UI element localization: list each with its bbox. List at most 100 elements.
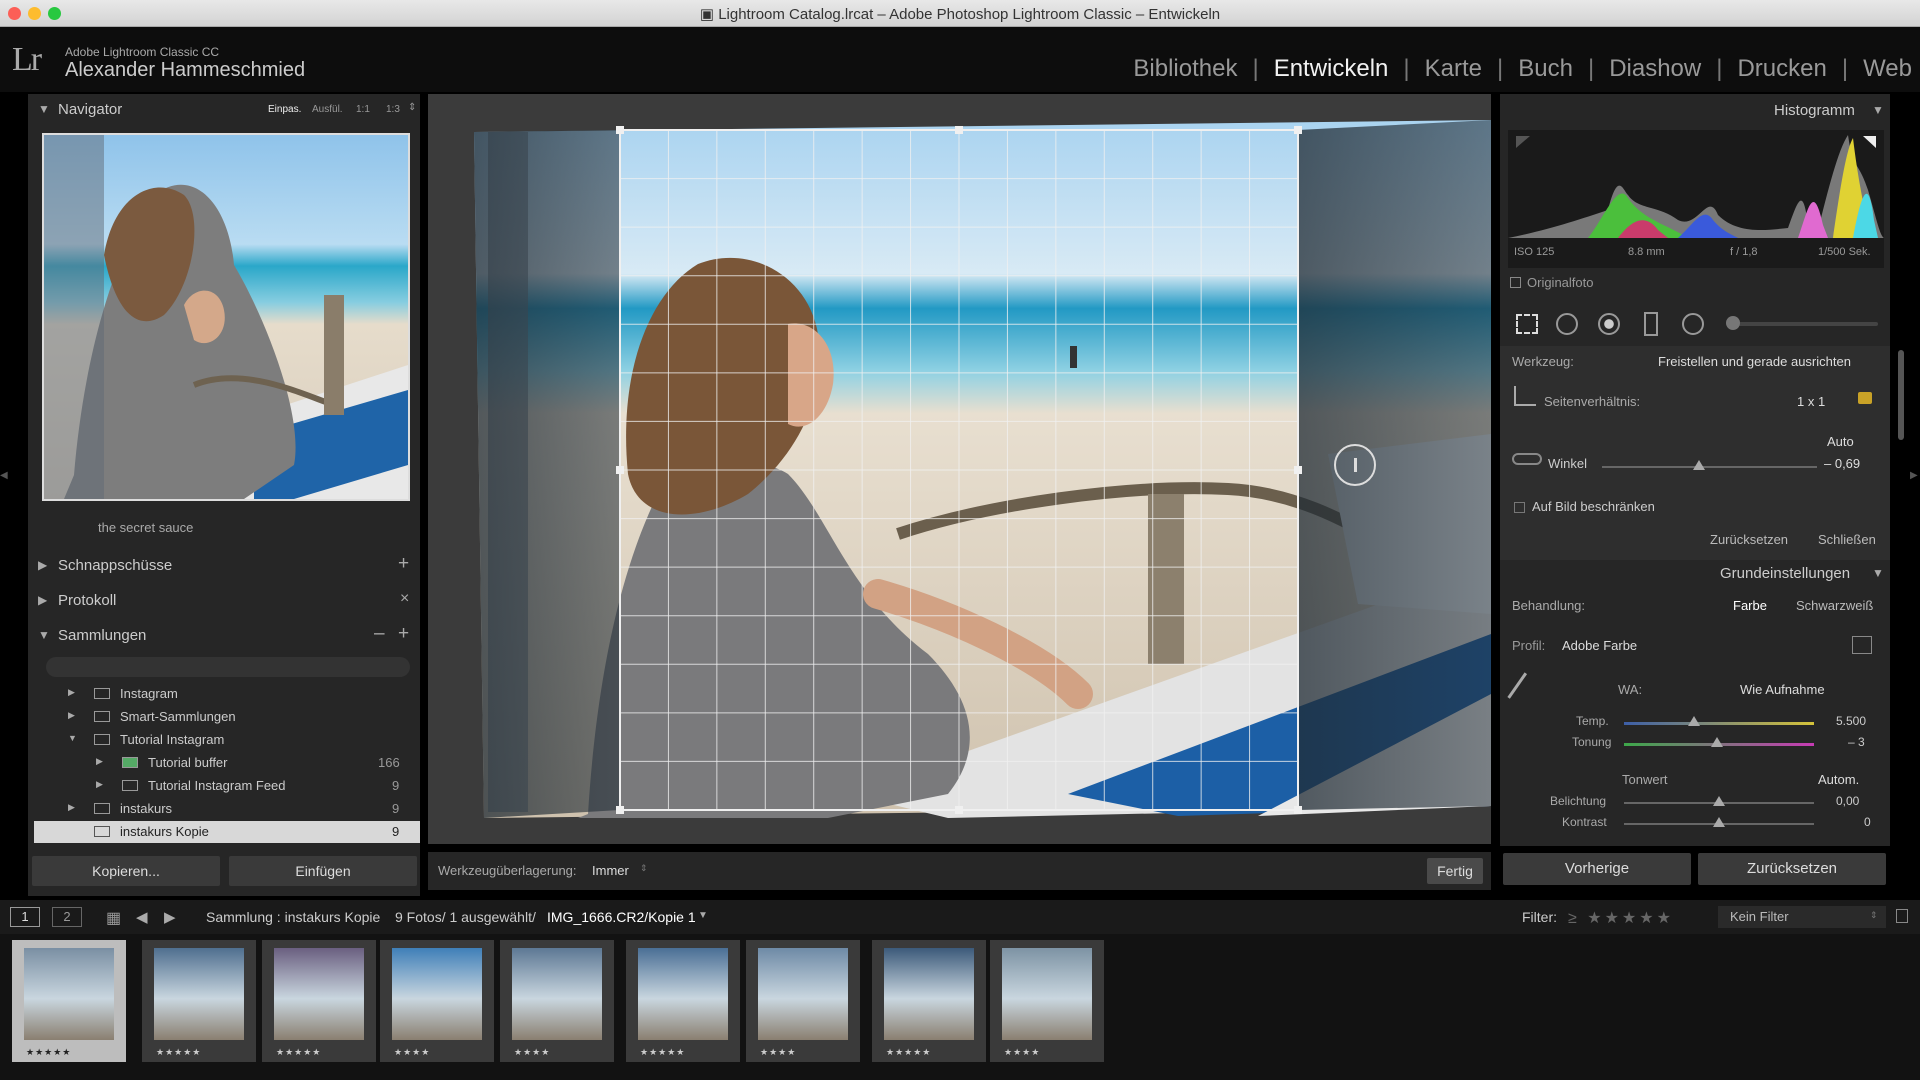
list-item[interactable]: ▼ Tutorial Instagram: [34, 729, 420, 751]
filmstrip-thumbnail[interactable]: ★★★★: [500, 940, 614, 1062]
add-snapshot-icon[interactable]: +: [398, 553, 409, 575]
contrast-value[interactable]: 0: [1864, 815, 1871, 829]
exposure-value[interactable]: 0,00: [1836, 794, 1859, 808]
crop-handle[interactable]: [616, 806, 624, 814]
navigator-header[interactable]: ▼ Navigator Einpas. Ausfül. 1:1 1:3 ⇕: [34, 97, 419, 123]
list-item-selected[interactable]: instakurs Kopie 9: [34, 821, 420, 843]
histogram-header[interactable]: Histogramm ▼: [1500, 97, 1890, 123]
filmstrip-thumbnail[interactable]: ★★★★: [746, 940, 860, 1062]
previous-settings-button[interactable]: Vorherige: [1503, 853, 1691, 885]
wb-select[interactable]: Wie Aufnahme: [1740, 682, 1825, 697]
collection-search-input[interactable]: [46, 657, 410, 677]
filmstrip-thumbnail[interactable]: ★★★★: [990, 940, 1104, 1062]
filmstrip-thumbnail[interactable]: ★★★★: [380, 940, 494, 1062]
paste-settings-button[interactable]: Einfügen: [229, 856, 417, 886]
clear-history-icon[interactable]: ×: [400, 590, 409, 608]
module-drucken[interactable]: Drucken: [1735, 55, 1828, 83]
zoom-fill[interactable]: Ausfül.: [312, 104, 343, 115]
primary-display-button[interactable]: 1: [10, 907, 40, 927]
checkbox-icon[interactable]: [1514, 502, 1525, 513]
crop-handle[interactable]: [1294, 126, 1302, 134]
list-item[interactable]: ▶ Tutorial buffer 166: [34, 752, 420, 774]
temp-slider[interactable]: [1624, 722, 1814, 725]
secondary-display-button[interactable]: 2: [52, 907, 82, 927]
zoom-1-1[interactable]: 1:1: [356, 104, 370, 115]
eyedropper-icon[interactable]: [1507, 672, 1543, 710]
done-button[interactable]: Fertig: [1427, 858, 1483, 884]
filter-lock-icon[interactable]: [1896, 909, 1908, 923]
original-photo-toggle[interactable]: Originalfoto: [1510, 275, 1710, 291]
temp-value[interactable]: 5.500: [1836, 714, 1866, 728]
crop-handle[interactable]: [955, 806, 963, 814]
remove-collection-icon[interactable]: –: [374, 623, 385, 645]
list-item[interactable]: ▶ Smart-Sammlungen: [34, 706, 420, 728]
angle-slider[interactable]: [1602, 466, 1817, 468]
module-bibliothek[interactable]: Bibliothek: [1131, 55, 1239, 83]
tint-slider-thumb[interactable]: [1711, 737, 1724, 747]
filmstrip-thumbnail[interactable]: ★★★★★: [626, 940, 740, 1062]
history-header[interactable]: ▶ Protokoll ×: [34, 588, 419, 614]
back-arrow-icon[interactable]: ◀: [136, 908, 148, 926]
temp-slider-thumb[interactable]: [1688, 716, 1701, 726]
graduated-filter-icon[interactable]: [1644, 312, 1658, 336]
red-eye-icon[interactable]: [1598, 313, 1620, 335]
add-collection-icon[interactable]: +: [398, 623, 409, 645]
basic-header[interactable]: Grundeinstellungen ▼: [1500, 560, 1890, 586]
adjustment-brush-slider[interactable]: [1728, 322, 1878, 326]
adjustment-brush-icon[interactable]: [1726, 316, 1740, 330]
angle-value[interactable]: – 0,69: [1824, 456, 1860, 471]
filmstrip-thumbnail[interactable]: ★★★★★: [872, 940, 986, 1062]
crop-tool-icon[interactable]: [1516, 314, 1538, 334]
module-web[interactable]: Web: [1861, 55, 1914, 83]
preset-item-secret-sauce[interactable]: the secret sauce: [98, 520, 193, 535]
lock-icon[interactable]: [1858, 392, 1872, 404]
crop-handle[interactable]: [1294, 466, 1302, 474]
copy-settings-button[interactable]: Kopieren...: [32, 856, 220, 886]
filmstrip-thumbnail[interactable]: ★★★★★: [142, 940, 256, 1062]
profile-browser-icon[interactable]: [1852, 636, 1872, 654]
spot-removal-icon[interactable]: [1556, 313, 1578, 335]
zoom-fit[interactable]: Einpas.: [268, 104, 301, 115]
histogram-graph[interactable]: ISO 125 8.8 mm f / 1,8 1/500 Sek.: [1508, 130, 1884, 268]
angle-slider-thumb[interactable]: [1692, 460, 1705, 470]
tint-value[interactable]: – 3: [1848, 735, 1865, 749]
overlay-select[interactable]: Immer: [592, 863, 629, 878]
crop-handle[interactable]: [955, 126, 963, 134]
list-item[interactable]: ▶ Instagram: [34, 683, 420, 705]
right-panel-scrollbar[interactable]: [1898, 350, 1904, 440]
filmstrip-thumbnail-selected[interactable]: ★★★★★: [12, 940, 126, 1062]
crop-handle[interactable]: [616, 466, 624, 474]
crop-reset-button[interactable]: Zurücksetzen: [1710, 532, 1788, 547]
forward-arrow-icon[interactable]: ▶: [164, 908, 176, 926]
level-tool-icon[interactable]: [1512, 453, 1542, 465]
snapshots-header[interactable]: ▶ Schnappschüsse +: [34, 553, 419, 579]
rating-filter-stars[interactable]: ≥ ★★★★★: [1568, 908, 1674, 928]
zoom-1-3[interactable]: 1:3: [386, 104, 400, 115]
aspect-select[interactable]: 1 x 1: [1797, 394, 1825, 409]
profile-select[interactable]: Adobe Farbe: [1562, 638, 1637, 653]
crop-handle[interactable]: [616, 126, 624, 134]
module-karte[interactable]: Karte: [1423, 55, 1484, 83]
navigator-preview[interactable]: [42, 133, 410, 501]
treatment-bw-button[interactable]: Schwarzweiß: [1796, 598, 1873, 613]
collections-header[interactable]: ▼ Sammlungen – +: [34, 623, 419, 649]
zoom-stepper-icon[interactable]: ⇕: [408, 102, 416, 113]
image-canvas[interactable]: [428, 94, 1491, 844]
list-item[interactable]: ▶ instakurs 9: [34, 798, 420, 820]
module-buch[interactable]: Buch: [1516, 55, 1575, 83]
crop-close-button[interactable]: Schließen: [1818, 532, 1876, 547]
exposure-slider-thumb[interactable]: [1713, 796, 1725, 806]
left-panel-toggle[interactable]: ◀: [0, 470, 8, 500]
collection-source[interactable]: Sammlung : instakurs Kopie: [206, 909, 380, 925]
auto-straighten-button[interactable]: Auto: [1827, 434, 1854, 449]
auto-tone-button[interactable]: Autom.: [1818, 772, 1859, 787]
module-entwickeln[interactable]: Entwickeln: [1272, 55, 1391, 83]
right-panel-toggle[interactable]: ▶: [1910, 470, 1920, 500]
grid-view-icon[interactable]: ▦: [106, 908, 121, 928]
radial-filter-icon[interactable]: [1682, 313, 1704, 335]
contrast-slider-thumb[interactable]: [1713, 817, 1725, 827]
current-file-name[interactable]: IMG_1666.CR2/Kopie 1: [547, 909, 696, 925]
reset-all-button[interactable]: Zurücksetzen: [1698, 853, 1886, 885]
filter-select[interactable]: Kein Filter ⇕: [1718, 906, 1886, 928]
module-diashow[interactable]: Diashow: [1607, 55, 1703, 83]
